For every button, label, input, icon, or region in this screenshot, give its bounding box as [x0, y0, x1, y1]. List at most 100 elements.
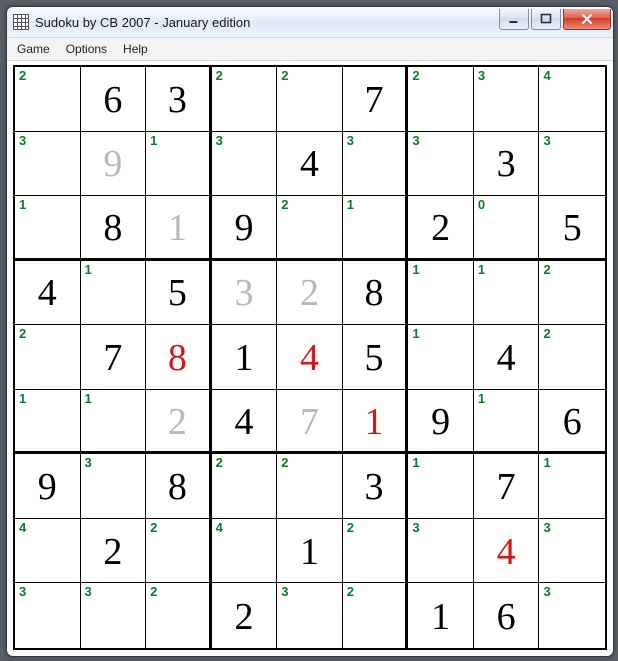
cell-r7-c2[interactable]: 3 [81, 454, 147, 519]
close-button[interactable] [563, 9, 611, 30]
cell-r5-c8[interactable]: 4 [474, 325, 540, 390]
cell-r8-c3[interactable]: 2 [146, 519, 212, 584]
cell-r8-c1[interactable]: 4 [15, 519, 81, 584]
titlebar[interactable]: Sudoku by CB 2007 - January edition [7, 7, 613, 38]
cell-r7-c6[interactable]: 3 [343, 454, 409, 519]
cell-r4-c7[interactable]: 1 [408, 261, 474, 326]
cell-r4-c8[interactable]: 1 [474, 261, 540, 326]
cell-r9-c9[interactable]: 3 [539, 583, 605, 648]
cell-r7-c9[interactable]: 1 [539, 454, 605, 519]
cell-r8-c6[interactable]: 2 [343, 519, 409, 584]
cell-r6-c7[interactable]: 9 [408, 390, 474, 455]
cell-value: 1 [431, 598, 450, 636]
cell-r3-c3[interactable]: 1 [146, 196, 212, 261]
cell-r4-c4[interactable]: 3 [212, 261, 278, 326]
cell-r5-c5[interactable]: 4 [277, 325, 343, 390]
cell-r9-c3[interactable]: 2 [146, 583, 212, 648]
cell-r2-c9[interactable]: 3 [539, 132, 605, 197]
cell-r9-c2[interactable]: 3 [81, 583, 147, 648]
cell-r5-c3[interactable]: 8 [146, 325, 212, 390]
cell-r8-c7[interactable]: 3 [408, 519, 474, 584]
cell-r5-c2[interactable]: 7 [81, 325, 147, 390]
cell-hint: 1 [412, 456, 419, 469]
cell-r7-c7[interactable]: 1 [408, 454, 474, 519]
cell-value: 6 [563, 403, 582, 441]
cell-r3-c8[interactable]: 0 [474, 196, 540, 261]
cell-hint: 2 [19, 69, 26, 82]
cell-r6-c3[interactable]: 2 [146, 390, 212, 455]
cell-r7-c3[interactable]: 8 [146, 454, 212, 519]
cell-r4-c3[interactable]: 5 [146, 261, 212, 326]
cell-r7-c1[interactable]: 9 [15, 454, 81, 519]
cell-r1-c5[interactable]: 2 [277, 67, 343, 132]
cell-hint: 3 [19, 134, 26, 147]
cell-r2-c4[interactable]: 3 [212, 132, 278, 197]
cell-r1-c6[interactable]: 7 [343, 67, 409, 132]
cell-r4-c9[interactable]: 2 [539, 261, 605, 326]
cell-r1-c4[interactable]: 2 [212, 67, 278, 132]
cell-r2-c2[interactable]: 9 [81, 132, 147, 197]
cell-value: 8 [168, 468, 187, 506]
cell-r1-c8[interactable]: 3 [474, 67, 540, 132]
cell-r3-c9[interactable]: 5 [539, 196, 605, 261]
cell-r5-c9[interactable]: 2 [539, 325, 605, 390]
cell-r1-c9[interactable]: 4 [539, 67, 605, 132]
cell-r6-c1[interactable]: 1 [15, 390, 81, 455]
cell-r3-c5[interactable]: 2 [277, 196, 343, 261]
cell-r9-c1[interactable]: 3 [15, 583, 81, 648]
cell-r6-c2[interactable]: 1 [81, 390, 147, 455]
cell-r6-c6[interactable]: 1 [343, 390, 409, 455]
cell-r2-c7[interactable]: 3 [408, 132, 474, 197]
maximize-button[interactable] [531, 9, 561, 30]
cell-r8-c2[interactable]: 2 [81, 519, 147, 584]
cell-r6-c5[interactable]: 7 [277, 390, 343, 455]
cell-r2-c6[interactable]: 3 [343, 132, 409, 197]
cell-r6-c9[interactable]: 6 [539, 390, 605, 455]
cell-r7-c4[interactable]: 2 [212, 454, 278, 519]
cell-r3-c4[interactable]: 9 [212, 196, 278, 261]
cell-r9-c4[interactable]: 2 [212, 583, 278, 648]
cell-r9-c7[interactable]: 1 [408, 583, 474, 648]
cell-r6-c8[interactable]: 1 [474, 390, 540, 455]
cell-hint: 2 [216, 456, 223, 469]
cell-hint: 2 [281, 456, 288, 469]
cell-r5-c1[interactable]: 2 [15, 325, 81, 390]
menu-options[interactable]: Options [58, 40, 115, 58]
minimize-button[interactable] [499, 9, 529, 30]
cell-r8-c5[interactable]: 1 [277, 519, 343, 584]
cell-r1-c7[interactable]: 2 [408, 67, 474, 132]
cell-r7-c8[interactable]: 7 [474, 454, 540, 519]
cell-r9-c6[interactable]: 2 [343, 583, 409, 648]
cell-r8-c9[interactable]: 3 [539, 519, 605, 584]
cell-r5-c4[interactable]: 1 [212, 325, 278, 390]
cell-hint: 3 [412, 134, 419, 147]
cell-r2-c5[interactable]: 4 [277, 132, 343, 197]
cell-r4-c2[interactable]: 1 [81, 261, 147, 326]
cell-r3-c7[interactable]: 2 [408, 196, 474, 261]
cell-r2-c3[interactable]: 1 [146, 132, 212, 197]
cell-r8-c8[interactable]: 4 [474, 519, 540, 584]
cell-r9-c5[interactable]: 3 [277, 583, 343, 648]
cell-r9-c8[interactable]: 6 [474, 583, 540, 648]
cell-r4-c5[interactable]: 2 [277, 261, 343, 326]
cell-r3-c6[interactable]: 1 [343, 196, 409, 261]
cell-r5-c6[interactable]: 5 [343, 325, 409, 390]
cell-value: 8 [168, 339, 187, 377]
cell-r3-c1[interactable]: 1 [15, 196, 81, 261]
cell-r1-c2[interactable]: 6 [81, 67, 147, 132]
menu-game[interactable]: Game [9, 40, 58, 58]
cell-r4-c1[interactable]: 4 [15, 261, 81, 326]
cell-value: 6 [497, 598, 516, 636]
cell-r8-c4[interactable]: 4 [212, 519, 278, 584]
cell-r3-c2[interactable]: 8 [81, 196, 147, 261]
menu-help[interactable]: Help [115, 40, 156, 58]
cell-r2-c1[interactable]: 3 [15, 132, 81, 197]
cell-r2-c8[interactable]: 3 [474, 132, 540, 197]
cell-r1-c1[interactable]: 2 [15, 67, 81, 132]
cell-r5-c7[interactable]: 1 [408, 325, 474, 390]
cell-r6-c4[interactable]: 4 [212, 390, 278, 455]
cell-r1-c3[interactable]: 3 [146, 67, 212, 132]
cell-r4-c6[interactable]: 8 [343, 261, 409, 326]
cell-r7-c5[interactable]: 2 [277, 454, 343, 519]
cell-value: 9 [431, 403, 450, 441]
